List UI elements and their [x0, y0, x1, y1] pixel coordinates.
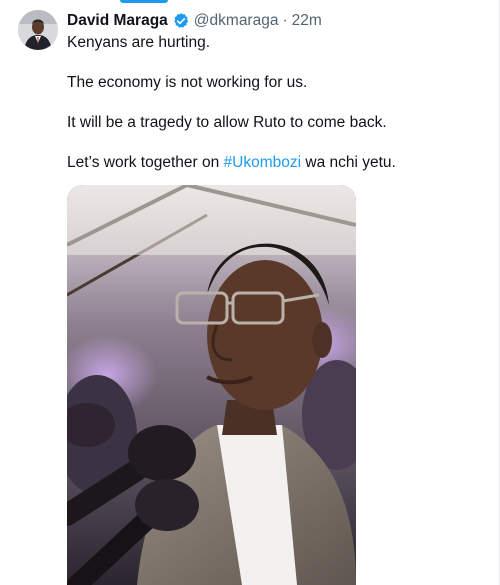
- tweet-timestamp[interactable]: 22m: [292, 12, 322, 30]
- tweet-text: Kenyans are hurting. The economy is not …: [67, 33, 487, 193]
- tweet-video[interactable]: [67, 185, 356, 585]
- avatar[interactable]: [18, 10, 58, 50]
- video-frame-image: [67, 185, 356, 585]
- verified-badge-icon: [172, 12, 190, 30]
- header-separator: ·: [282, 12, 288, 29]
- tweet-line: Let’s work together on #Ukombozi wa nchi…: [67, 153, 487, 173]
- author-name[interactable]: David Maraga: [67, 12, 168, 30]
- tweet-header: David Maraga @dkmaraga · 22m: [67, 10, 322, 32]
- author-handle[interactable]: @dkmaraga: [194, 12, 279, 30]
- text-segment: wa nchi yetu.: [301, 154, 396, 171]
- tweet-line: The economy is not working for us.: [67, 74, 308, 91]
- text-segment: Let’s work together on: [67, 154, 224, 171]
- tweet[interactable]: David Maraga @dkmaraga · 22m Kenyans are…: [0, 0, 500, 585]
- tweet-line: It will be a tragedy to allow Ruto to co…: [67, 114, 387, 131]
- tweet-line: Kenyans are hurting.: [67, 34, 211, 51]
- hashtag-link[interactable]: #Ukombozi: [224, 154, 302, 171]
